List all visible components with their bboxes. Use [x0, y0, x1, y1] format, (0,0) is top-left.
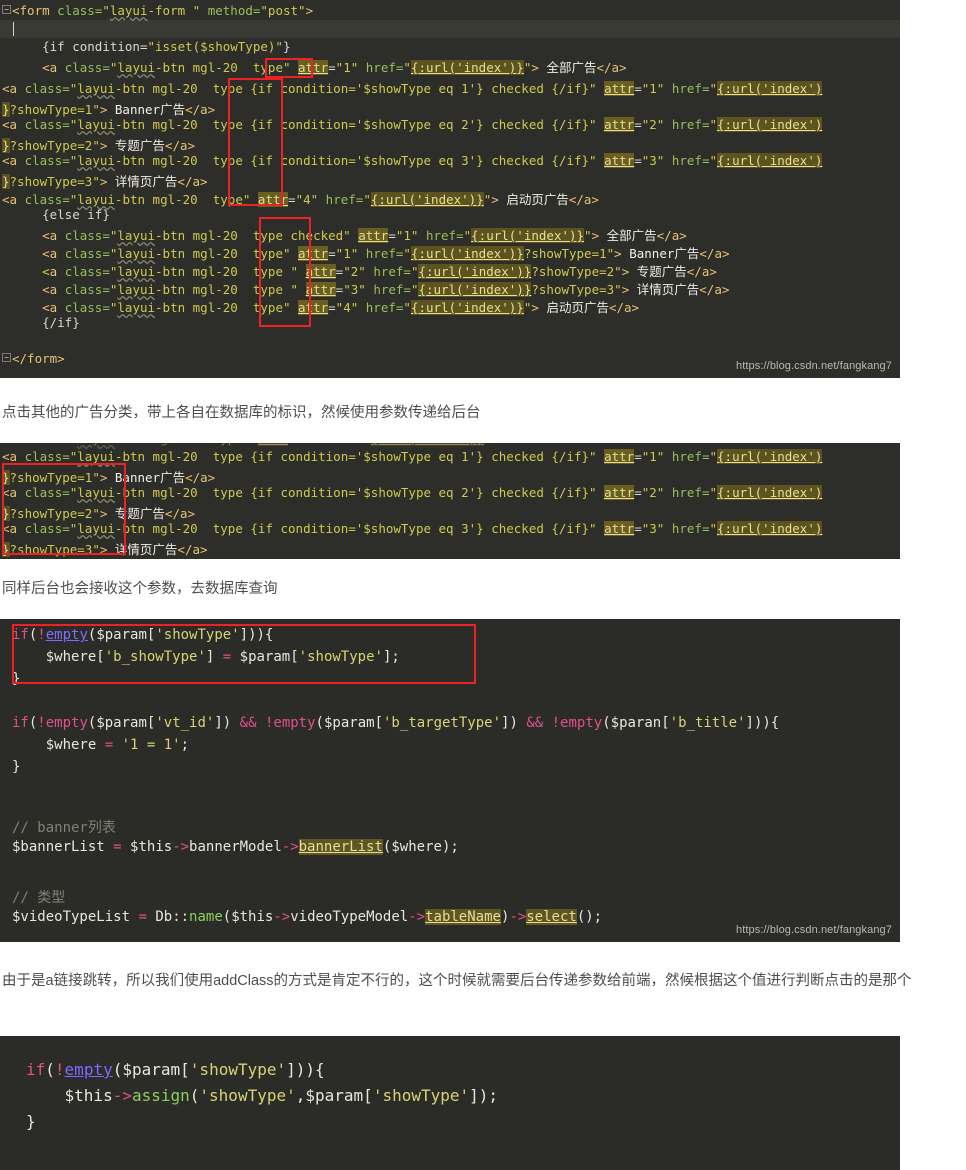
code-line: <a class="layui-btn mgl-20 type {if cond…: [2, 449, 823, 464]
code-block-template-1: − <form class="layui-form " method="post…: [0, 0, 900, 378]
code-line: }: [12, 759, 21, 775]
code-line: }?showType=2"> 专题广告</a>: [2, 506, 196, 521]
code-line: <a class="layui-btn mgl-20 type " attr="…: [42, 264, 717, 279]
code-line: {if condition="isset($showType)"}: [42, 39, 291, 54]
paragraph-click-other-ad-category: 点击其他的广告分类，带上各自在数据库的标识，然候使用参数传递给后台: [2, 405, 481, 421]
code-line: <a class="layui-btn mgl-20 type" attr="4…: [2, 192, 599, 207]
code-fold-icon-open[interactable]: −: [2, 5, 11, 14]
code-line: $where['b_showType'] = $param['showType'…: [45, 649, 400, 665]
watermark-text: https://blog.csdn.net/fangkang7: [736, 924, 892, 936]
paragraph-a-link-addclass-note: 由于是a链接跳转，所以我们使用addClass的方式是肯定不行的，这个时候就需要…: [2, 973, 912, 989]
paragraph-backend-receives-param: 同样后台也会接收这个参数，去数据库查询: [2, 581, 278, 597]
code-line: {else if}: [42, 207, 110, 222]
code-line: $bannerList = $this->bannerModel->banner…: [12, 839, 459, 855]
article-page: − <form class="layui-form " method="post…: [0, 0, 966, 1170]
code-line: $this->assign('showType',$param['showTyp…: [64, 1086, 499, 1105]
code-line: }?showType=3"> 详情页广告</a>: [2, 174, 208, 189]
code-line: }?showType=3"> 详情页广告</a>: [2, 542, 208, 557]
code-line: }: [12, 671, 21, 687]
code-line: }: [26, 1112, 36, 1131]
code-line: if(!empty($param['vt_id']) && !empty($pa…: [12, 715, 780, 731]
code-line: <a class="layui-btn mgl-20 type" attr="1…: [42, 60, 627, 75]
code-line: <a class="layui-btn mgl-20 type checked"…: [42, 228, 687, 243]
code-line: <a class="layui-btn mgl-20 type" attr="1…: [2, 443, 900, 446]
code-line: <a class="layui-btn mgl-20 type" attr="1…: [42, 246, 730, 261]
code-line: <a class="layui-btn mgl-20 type {if cond…: [2, 153, 823, 168]
code-block-template-2: <a class="layui-btn mgl-20 type" attr="1…: [0, 443, 900, 559]
watermark-text: https://blog.csdn.net/fangkang7: [736, 360, 892, 372]
code-line: $where = '1 = 1';: [45, 737, 190, 753]
code-line: <a class="layui-btn mgl-20 type {if cond…: [2, 81, 823, 96]
code-line: <a class="layui-btn mgl-20 type" attr="4…: [42, 300, 640, 315]
code-line: <form class="layui-form " method="post">: [12, 3, 314, 18]
code-block-php-assign: if(!empty($param['showType'])){ $this->a…: [0, 1036, 900, 1170]
code-line: $videoTypeList = Db::name($this->videoTy…: [12, 909, 603, 925]
code-line: <a class="layui-btn mgl-20 type {if cond…: [2, 521, 823, 536]
code-line: <a class="layui-btn mgl-20 type {if cond…: [2, 117, 823, 132]
code-fold-icon-close[interactable]: −: [2, 353, 11, 362]
code-line: // 类型: [12, 890, 66, 906]
code-line: }?showType=2"> 专题广告</a>: [2, 138, 196, 153]
code-block-php-controller: if(!empty($param['showType'])){ $where['…: [0, 619, 900, 942]
text-caret: [13, 22, 14, 36]
code-line: if(!empty($param['showType'])){: [12, 627, 274, 643]
code-line: }?showType=1"> Banner广告</a>: [2, 470, 216, 485]
code-line: {/if}: [42, 315, 80, 330]
code-line: if(!empty($param['showType'])){: [26, 1060, 325, 1079]
current-line-highlight: [0, 20, 900, 38]
code-line: <a class="layui-btn mgl-20 type " attr="…: [42, 282, 730, 297]
code-line: }?showType=1"> Banner广告</a>: [2, 102, 216, 117]
code-line: <a class="layui-btn mgl-20 type {if cond…: [2, 485, 823, 500]
code-line: // banner列表: [12, 820, 116, 836]
